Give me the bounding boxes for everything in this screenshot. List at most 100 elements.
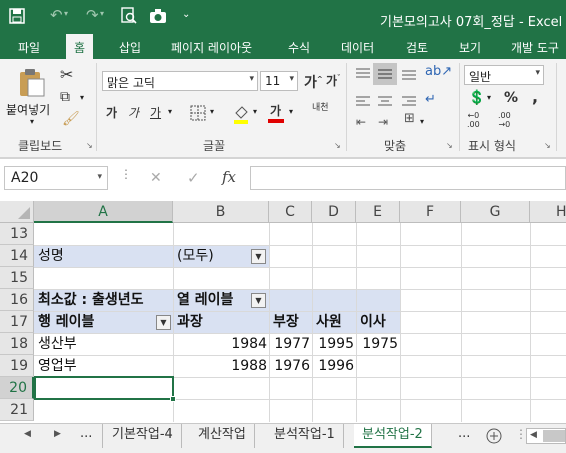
row-header-16[interactable]: 16 bbox=[0, 289, 34, 311]
row-header-17[interactable]: 17 bbox=[0, 311, 34, 333]
formula-input[interactable] bbox=[250, 166, 566, 190]
sheet-tab[interactable]: 계산작업 bbox=[190, 424, 255, 448]
align-center-icon[interactable] bbox=[377, 95, 393, 109]
tab-review[interactable]: 검토 bbox=[406, 39, 428, 56]
name-box[interactable]: A20 ▾ bbox=[4, 166, 108, 190]
increase-decimal-icon[interactable]: ←0.00 bbox=[467, 111, 480, 129]
percent-button[interactable]: % bbox=[504, 90, 518, 106]
tab-developer[interactable]: 개발 도구 bbox=[511, 39, 559, 56]
tab-formulas[interactable]: 수식 bbox=[288, 39, 310, 56]
redo-dropdown-icon[interactable]: ▾ bbox=[100, 9, 104, 18]
tab-home[interactable]: 홈 bbox=[66, 34, 94, 59]
increase-indent-icon[interactable]: ⇥ bbox=[378, 115, 388, 129]
row-header-21[interactable]: 21 bbox=[0, 399, 34, 421]
currency-dropdown-icon[interactable]: ▾ bbox=[487, 93, 491, 102]
print-preview-icon[interactable] bbox=[121, 7, 137, 25]
row-header-20[interactable]: 20 bbox=[0, 377, 34, 399]
tab-insert[interactable]: 삽입 bbox=[119, 39, 141, 56]
enter-icon[interactable]: ✓ bbox=[187, 169, 200, 187]
format-painter-icon[interactable]: 🖌 bbox=[62, 111, 80, 127]
filter-dropdown-icon[interactable]: ▼ bbox=[251, 249, 266, 264]
paste-label[interactable]: 붙여넣기 bbox=[6, 101, 50, 118]
font-name-combo[interactable]: 맑은 고딕 ▾ bbox=[102, 71, 258, 91]
row-header-14[interactable]: 14 bbox=[0, 245, 34, 267]
redo-icon[interactable]: ↷ bbox=[86, 6, 99, 24]
tab-file[interactable]: 파일 bbox=[18, 39, 40, 56]
fill-color-icon[interactable] bbox=[232, 103, 250, 125]
horizontal-scrollbar[interactable]: ◀ bbox=[526, 428, 566, 444]
number-launcher-icon[interactable]: ↘ bbox=[544, 141, 551, 150]
clipboard-launcher-icon[interactable]: ↘ bbox=[86, 141, 93, 150]
save-icon[interactable] bbox=[9, 8, 25, 24]
row-header-15[interactable]: 15 bbox=[0, 267, 34, 289]
align-right-icon[interactable] bbox=[401, 95, 417, 109]
undo-dropdown-icon[interactable]: ▾ bbox=[64, 9, 68, 18]
column-header-d[interactable]: D bbox=[312, 201, 356, 223]
undo-icon[interactable]: ↶ bbox=[50, 6, 63, 24]
number-format-combo[interactable]: 일반 ▾ bbox=[464, 65, 544, 85]
alignment-launcher-icon[interactable]: ↘ bbox=[446, 141, 453, 150]
insert-function-icon[interactable]: fx bbox=[222, 168, 236, 186]
decrease-indent-icon[interactable]: ⇤ bbox=[356, 115, 366, 129]
prev-sheet-icon[interactable]: ◀ bbox=[24, 429, 31, 439]
copy-icon[interactable]: ⧉ bbox=[60, 89, 70, 105]
cut-icon[interactable]: ✂ bbox=[60, 65, 73, 84]
sheet-tab-active[interactable]: 분석작업-2 bbox=[354, 424, 432, 448]
select-all-corner[interactable] bbox=[0, 201, 34, 223]
active-cell[interactable] bbox=[34, 376, 174, 400]
add-sheet-icon[interactable] bbox=[486, 428, 502, 444]
column-header-g[interactable]: G bbox=[461, 201, 530, 223]
column-header-c[interactable]: C bbox=[269, 201, 312, 223]
tab-data[interactable]: 데이터 bbox=[341, 39, 374, 56]
orientation-icon[interactable]: ab↗ bbox=[425, 64, 452, 79]
currency-icon[interactable]: 💲 bbox=[468, 90, 485, 106]
comma-button[interactable]: , bbox=[532, 87, 538, 106]
align-left-icon[interactable] bbox=[355, 95, 371, 109]
fill-color-dropdown-icon[interactable]: ▾ bbox=[253, 107, 257, 116]
font-size-combo[interactable]: 11 ▾ bbox=[260, 71, 298, 91]
borders-icon[interactable] bbox=[190, 105, 206, 121]
sheet-tab[interactable]: 분석작업-1 bbox=[266, 424, 344, 448]
align-bottom-icon[interactable] bbox=[401, 67, 417, 81]
font-launcher-icon[interactable]: ↘ bbox=[334, 141, 341, 150]
camera-icon[interactable] bbox=[149, 7, 167, 25]
scroll-left-icon[interactable]: ◀ bbox=[530, 430, 537, 440]
italic-button[interactable]: 가 bbox=[128, 104, 139, 121]
fill-handle[interactable] bbox=[170, 396, 176, 402]
increase-font-icon[interactable]: 가^ bbox=[304, 72, 323, 92]
borders-dropdown-icon[interactable]: ▾ bbox=[210, 107, 214, 116]
column-header-a[interactable]: A bbox=[34, 201, 173, 223]
row-header-13[interactable]: 13 bbox=[0, 223, 34, 245]
column-header-h[interactable]: H bbox=[530, 201, 566, 223]
tab-page-layout[interactable]: 페이지 레이아웃 bbox=[171, 39, 252, 56]
align-top-icon[interactable] bbox=[355, 67, 371, 81]
decrease-font-icon[interactable]: 가ˇ bbox=[326, 72, 341, 89]
column-header-e[interactable]: E bbox=[356, 201, 400, 223]
row-header-19[interactable]: 19 bbox=[0, 355, 34, 377]
scrollbar-thumb[interactable] bbox=[543, 430, 565, 442]
more-sheets-left[interactable]: ... bbox=[80, 426, 92, 441]
worksheet-grid[interactable]: A B C D E F G H 13 14 15 16 17 18 19 20 … bbox=[0, 201, 566, 422]
font-color-button[interactable]: 가 bbox=[270, 102, 281, 119]
tab-view[interactable]: 보기 bbox=[459, 39, 481, 56]
customize-toolbar-icon[interactable]: ⌄ bbox=[182, 9, 190, 20]
decrease-decimal-icon[interactable]: .00 →0 bbox=[498, 111, 511, 129]
column-header-f[interactable]: F bbox=[400, 201, 461, 223]
underline-button[interactable]: 가 bbox=[150, 104, 161, 121]
row-header-18[interactable]: 18 bbox=[0, 333, 34, 355]
copy-dropdown-icon[interactable]: ▾ bbox=[80, 93, 84, 102]
row-labels-filter-icon[interactable]: ▼ bbox=[156, 315, 171, 330]
align-middle-icon[interactable] bbox=[377, 67, 393, 81]
paste-dropdown-icon[interactable]: ▾ bbox=[30, 117, 34, 126]
next-sheet-icon[interactable]: ▶ bbox=[54, 429, 61, 439]
column-header-b[interactable]: B bbox=[173, 201, 269, 223]
underline-dropdown-icon[interactable]: ▾ bbox=[168, 107, 172, 116]
merge-dropdown-icon[interactable]: ▾ bbox=[420, 117, 424, 126]
more-sheets-right[interactable]: ... bbox=[458, 426, 470, 441]
cancel-icon[interactable]: ✕ bbox=[150, 170, 162, 186]
sheet-tab[interactable]: 기본작업-4 bbox=[104, 424, 182, 448]
font-color-dropdown-icon[interactable]: ▾ bbox=[289, 107, 293, 116]
wrap-text-icon[interactable]: ↵ bbox=[425, 92, 436, 107]
merge-center-icon[interactable]: ⊞ bbox=[404, 111, 415, 126]
column-labels-filter-icon[interactable]: ▼ bbox=[251, 293, 266, 308]
